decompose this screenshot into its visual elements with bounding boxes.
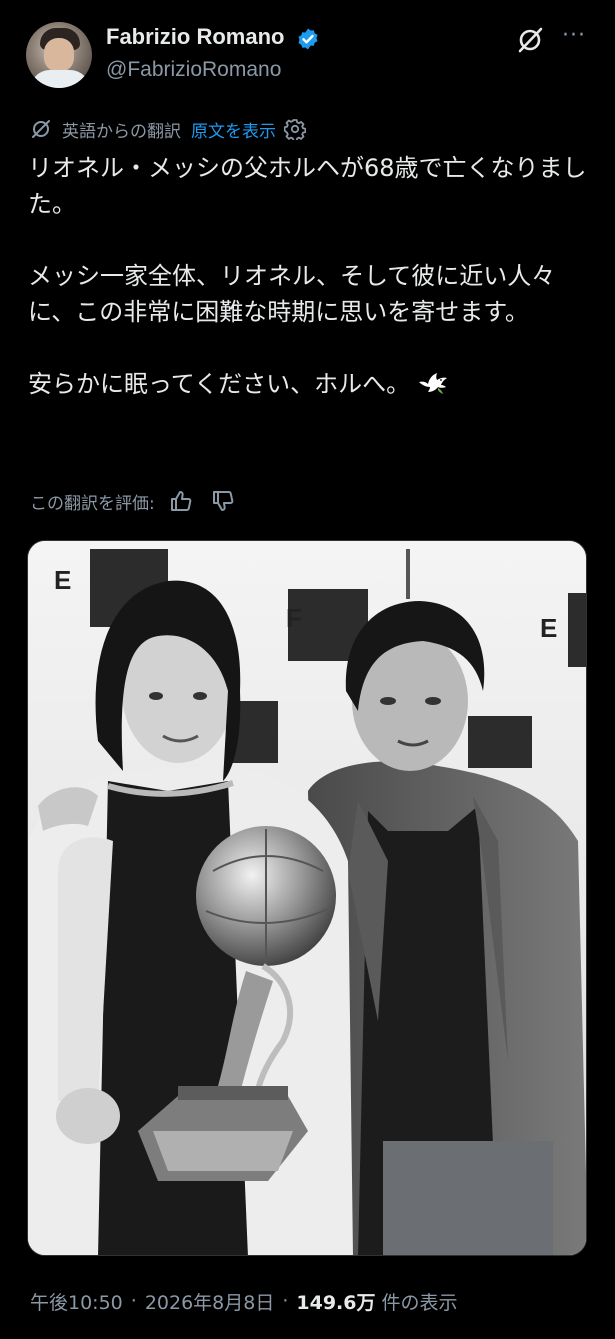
- author-display-name[interactable]: Fabrizio Romano: [106, 24, 284, 50]
- tweet-photo[interactable]: E F E: [27, 540, 587, 1256]
- translation-bar: 英語からの翻訳 原文を表示: [30, 116, 306, 142]
- views-count[interactable]: 149.6万: [296, 1288, 375, 1315]
- translation-label: 英語からの翻訳: [62, 121, 181, 142]
- rate-translation-label: この翻訳を評価:: [30, 493, 155, 514]
- avatar[interactable]: [26, 22, 92, 88]
- separator-dot: ·: [282, 1290, 289, 1312]
- tweet-paragraph: 安らかに眠ってください、ホルへ。: [28, 366, 588, 402]
- thumbs-down-icon[interactable]: [211, 489, 235, 513]
- tweet-paragraph: リオネル・メッシの父ホルヘが68歳で亡くなりました。: [28, 154, 587, 218]
- svg-text:E: E: [540, 613, 557, 643]
- svg-text:F: F: [286, 603, 302, 633]
- tweet-text: リオネル・メッシの父ホルヘが68歳で亡くなりました。 メッシ一家全体、リオネル、…: [28, 150, 588, 402]
- author-handle[interactable]: @FabrizioRomano: [106, 58, 281, 82]
- grok-icon[interactable]: [514, 24, 546, 56]
- separator-dot: ·: [130, 1290, 137, 1312]
- dove-emoji-icon: [419, 373, 448, 394]
- photo-messi-and-father: E F E: [28, 541, 586, 1255]
- show-original-link[interactable]: 原文を表示: [191, 117, 276, 142]
- thumbs-up-icon[interactable]: [169, 489, 193, 513]
- more-icon[interactable]: ···: [560, 25, 588, 50]
- tweet-date[interactable]: 2026年8月8日: [145, 1288, 275, 1315]
- rate-translation-bar: この翻訳を評価:: [30, 487, 253, 515]
- views-label: 件の表示: [381, 1291, 458, 1314]
- gear-icon[interactable]: [284, 118, 306, 140]
- tweet-meta: 午後10:50 · 2026年8月8日 · 149.6万 件の表示: [30, 1287, 458, 1315]
- svg-text:E: E: [54, 565, 71, 595]
- tweet-paragraph: メッシ一家全体、リオネル、そして彼に近い人々に、この非常に困難な時期に思いを寄せ…: [28, 262, 556, 326]
- tweet-header: Fabrizio Romano @FabrizioRomano ···: [0, 0, 615, 110]
- tweet-time[interactable]: 午後10:50: [30, 1288, 123, 1315]
- verified-badge-icon: [298, 28, 318, 50]
- translate-icon: [32, 120, 50, 138]
